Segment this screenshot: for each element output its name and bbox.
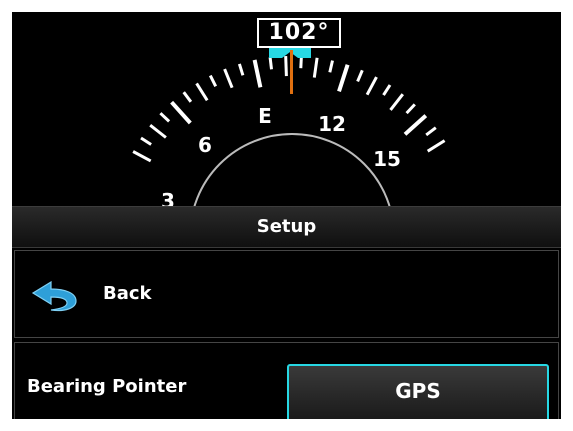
heading-readout-box: 102° bbox=[257, 18, 341, 48]
compass-tick bbox=[159, 112, 171, 123]
compass-label-15: 15 bbox=[373, 147, 401, 171]
compass-ticks bbox=[132, 56, 446, 163]
display-screen: 3 6 E 12 15 102° Setup Back Bearing Poin… bbox=[12, 12, 561, 419]
back-label: Back bbox=[103, 283, 152, 304]
lubber-line bbox=[290, 50, 293, 94]
back-arrow-icon bbox=[31, 280, 77, 312]
compass-tick bbox=[405, 103, 416, 115]
compass-tick bbox=[140, 136, 152, 146]
compass-label-east: E bbox=[258, 104, 272, 128]
page-title: Setup bbox=[256, 216, 317, 237]
compass-tick bbox=[312, 57, 319, 78]
compass-label-12: 12 bbox=[318, 112, 346, 136]
compass-tick bbox=[268, 57, 273, 70]
compass-tick bbox=[403, 114, 428, 136]
compass-tick bbox=[426, 139, 446, 153]
compass-tick bbox=[382, 84, 392, 96]
title-bar: Setup bbox=[12, 206, 561, 248]
compass-tick bbox=[170, 100, 192, 125]
heading-readout: 102° bbox=[268, 20, 330, 45]
bearing-pointer-value: GPS bbox=[395, 379, 441, 403]
compass-tick bbox=[237, 63, 245, 76]
compass-tick bbox=[365, 76, 378, 96]
compass-tick bbox=[208, 74, 218, 87]
compass-tick bbox=[389, 93, 404, 111]
compass-tick bbox=[195, 82, 209, 102]
inner-arc bbox=[189, 133, 395, 339]
compass-tick bbox=[356, 69, 364, 82]
compass-tick bbox=[425, 126, 437, 137]
bearing-pointer-button[interactable]: GPS bbox=[287, 364, 549, 419]
compass-tick bbox=[132, 150, 152, 163]
device-frame: 3 6 E 12 15 102° Setup Back Bearing Poin… bbox=[0, 0, 573, 431]
compass-rose: 3 6 E 12 15 102° bbox=[12, 12, 561, 339]
compass-tick bbox=[149, 124, 167, 139]
compass-tick bbox=[328, 60, 334, 73]
compass-tick bbox=[284, 56, 288, 77]
bearing-pointer-row: Bearing Pointer GPS bbox=[14, 342, 559, 419]
back-button[interactable]: Back bbox=[14, 250, 559, 338]
compass-tick bbox=[337, 64, 350, 93]
compass-tick bbox=[252, 59, 263, 88]
compass-tick bbox=[182, 91, 193, 103]
compass-label-6: 6 bbox=[198, 133, 212, 157]
compass-tick bbox=[223, 68, 234, 89]
bearing-pointer-label: Bearing Pointer bbox=[27, 376, 187, 397]
